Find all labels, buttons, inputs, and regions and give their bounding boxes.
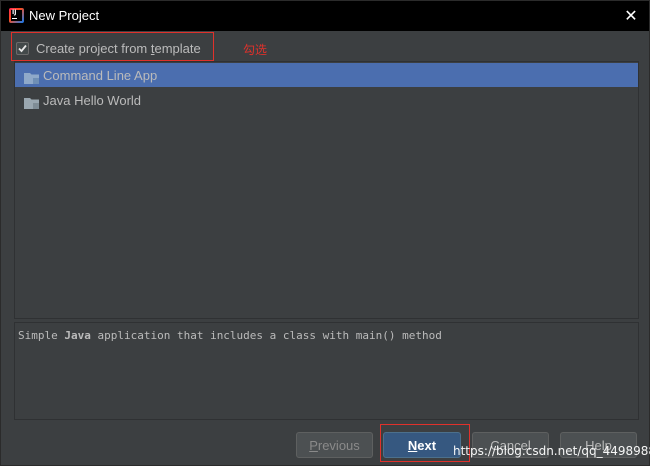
window-title: New Project — [29, 8, 100, 23]
new-project-dialog: IJ New Project ✕ Create project from tem… — [0, 0, 650, 466]
list-item[interactable]: Command Line App — [15, 63, 638, 87]
intellij-logo-icon: IJ — [9, 8, 24, 23]
annotation-note: 勾选 — [243, 43, 268, 57]
close-icon: ✕ — [624, 6, 638, 25]
template-label: Command Line App — [43, 67, 158, 83]
close-button[interactable]: ✕ — [621, 6, 641, 26]
annotation-highlight-checkbox — [11, 32, 214, 61]
folder-icon — [24, 94, 40, 109]
previous-button[interactable]: Previous — [296, 432, 373, 458]
title-bar[interactable]: IJ New Project ✕ — [1, 1, 649, 31]
template-description: Simple Java application that includes a … — [14, 322, 639, 420]
template-list[interactable]: Command Line App Java Hello World — [14, 61, 639, 319]
list-item[interactable]: Java Hello World — [15, 88, 638, 112]
template-label: Java Hello World — [43, 92, 142, 108]
watermark-text: https://blog.csdn.net/qq_44989881 — [453, 444, 650, 458]
folder-icon — [24, 69, 40, 84]
